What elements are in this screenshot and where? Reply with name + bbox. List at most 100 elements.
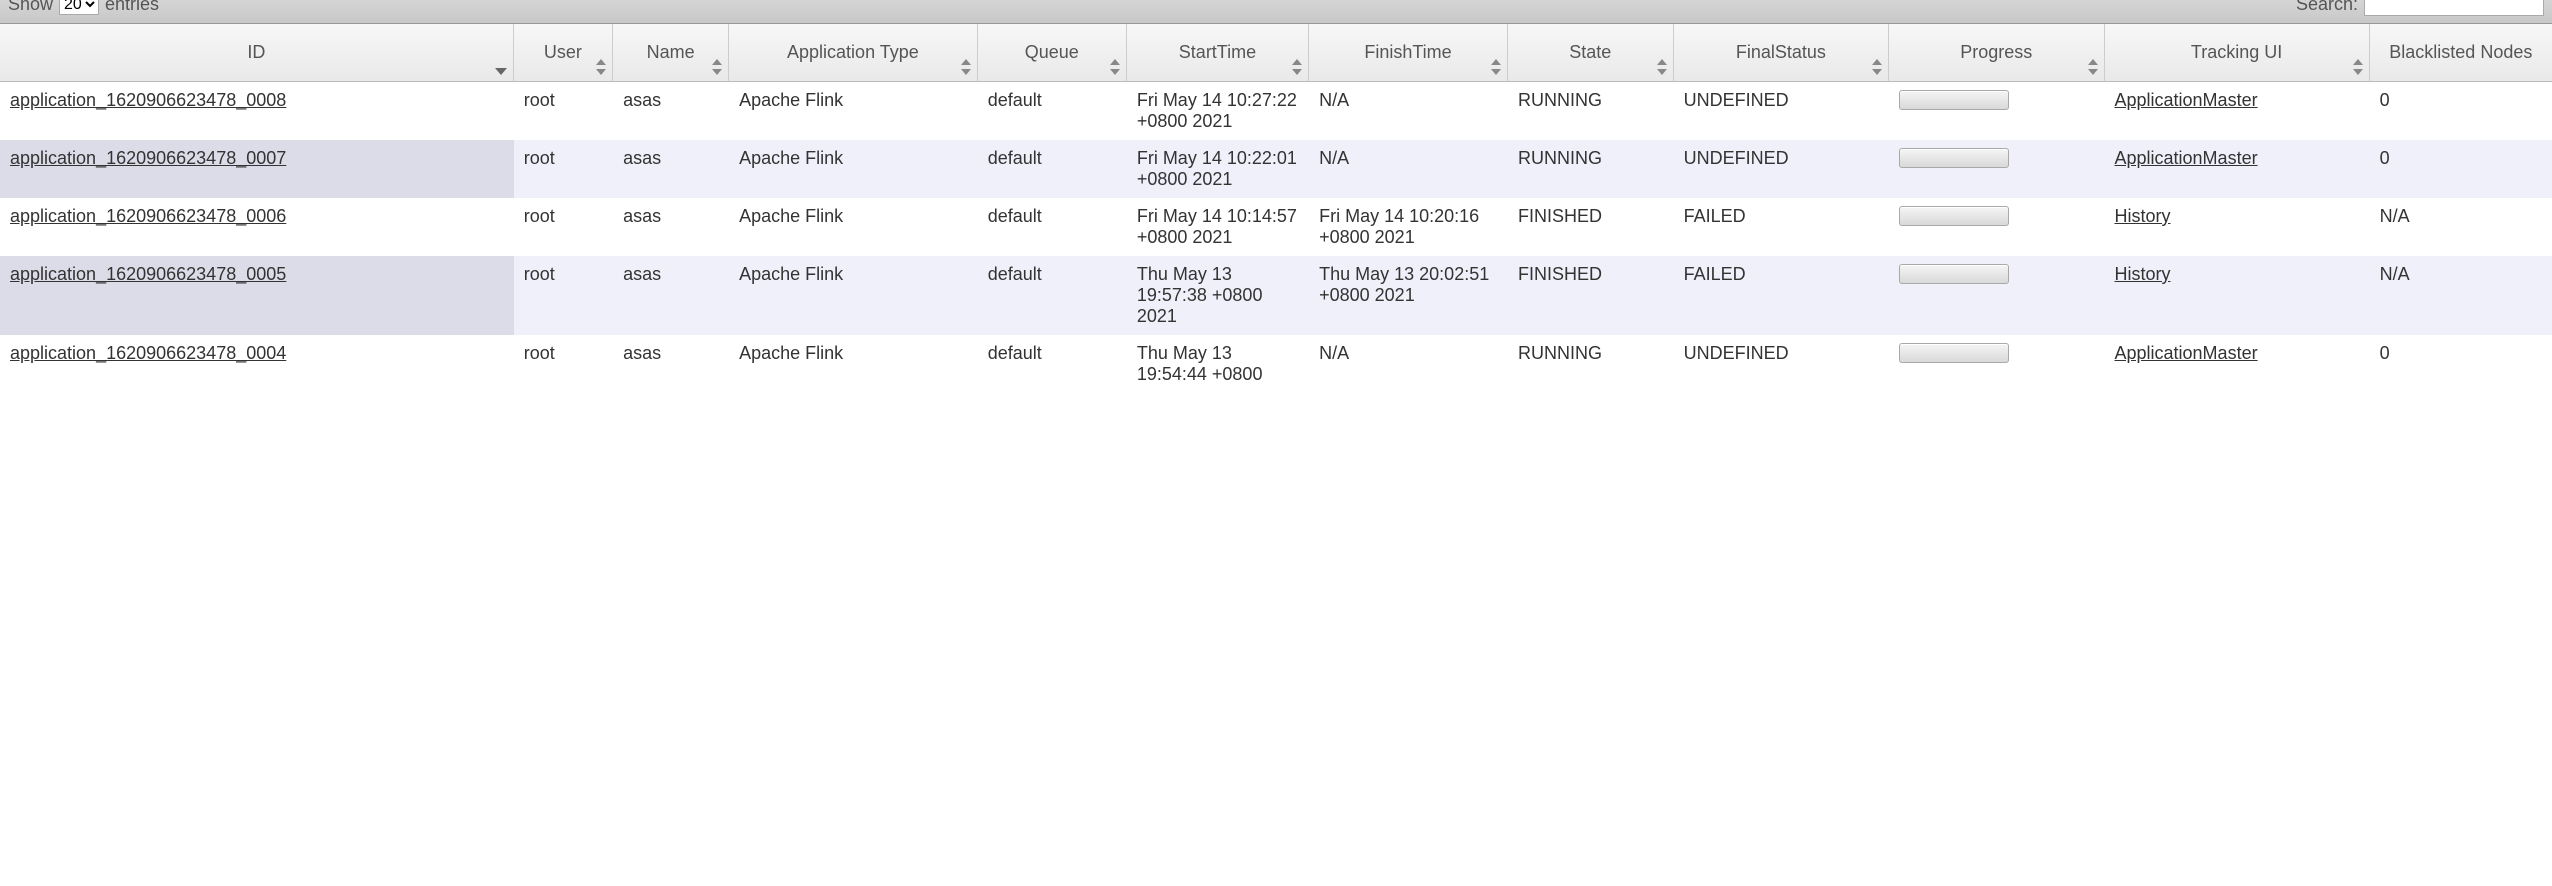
cell-finalstatus: UNDEFINED	[1674, 335, 1889, 393]
search-label: Search:	[2296, 0, 2358, 15]
cell-queue: default	[978, 256, 1127, 335]
search-input[interactable]	[2364, 0, 2544, 16]
cell-tracking: ApplicationMaster	[2105, 140, 2370, 198]
cell-state: RUNNING	[1508, 335, 1674, 393]
cell-blacklisted: 0	[2370, 335, 2552, 393]
cell-queue: default	[978, 140, 1127, 198]
cell-tracking: ApplicationMaster	[2105, 82, 2370, 140]
col-header-blacklisted[interactable]: Blacklisted Nodes	[2370, 24, 2552, 82]
applications-table: ID User Name Application Type Queue Star…	[0, 24, 2552, 393]
cell-apptype: Apache Flink	[729, 198, 978, 256]
sort-both-icon	[2353, 59, 2363, 75]
col-header-starttime[interactable]: StartTime	[1127, 24, 1309, 82]
progress-bar	[1899, 148, 2009, 168]
cell-name: asas	[613, 335, 729, 393]
application-link[interactable]: application_1620906623478_0005	[10, 264, 286, 284]
application-link[interactable]: application_1620906623478_0004	[10, 343, 286, 363]
cell-name: asas	[613, 198, 729, 256]
application-link[interactable]: application_1620906623478_0006	[10, 206, 286, 226]
col-header-tracking[interactable]: Tracking UI	[2105, 24, 2370, 82]
sort-desc-icon	[495, 68, 507, 75]
cell-name: asas	[613, 82, 729, 140]
progress-bar	[1899, 90, 2009, 110]
application-link[interactable]: application_1620906623478_0007	[10, 148, 286, 168]
show-label: Show	[8, 0, 53, 15]
tracking-link[interactable]: ApplicationMaster	[2115, 148, 2258, 168]
cell-starttime: Fri May 14 10:14:57 +0800 2021	[1127, 198, 1309, 256]
tracking-link[interactable]: ApplicationMaster	[2115, 343, 2258, 363]
tracking-link[interactable]: History	[2115, 264, 2171, 284]
cell-state: FINISHED	[1508, 198, 1674, 256]
table-row: application_1620906623478_0005rootasasAp…	[0, 256, 2552, 335]
cell-id: application_1620906623478_0006	[0, 198, 514, 256]
tracking-link[interactable]: ApplicationMaster	[2115, 90, 2258, 110]
page-size-select[interactable]: 20	[59, 0, 99, 15]
col-header-queue[interactable]: Queue	[978, 24, 1127, 82]
entries-label: entries	[105, 0, 159, 15]
tracking-link[interactable]: History	[2115, 206, 2171, 226]
cell-name: asas	[613, 256, 729, 335]
cell-queue: default	[978, 198, 1127, 256]
cell-id: application_1620906623478_0005	[0, 256, 514, 335]
sort-both-icon	[1872, 59, 1882, 75]
col-header-progress[interactable]: Progress	[1889, 24, 2104, 82]
progress-bar	[1899, 264, 2009, 284]
cell-user: root	[514, 82, 613, 140]
cell-blacklisted: 0	[2370, 140, 2552, 198]
col-header-user[interactable]: User	[514, 24, 613, 82]
col-header-finishtime[interactable]: FinishTime	[1309, 24, 1508, 82]
cell-user: root	[514, 198, 613, 256]
cell-starttime: Thu May 13 19:54:44 +0800	[1127, 335, 1309, 393]
table-row: application_1620906623478_0004rootasasAp…	[0, 335, 2552, 393]
cell-id: application_1620906623478_0007	[0, 140, 514, 198]
cell-state: FINISHED	[1508, 256, 1674, 335]
cell-starttime: Fri May 14 10:27:22 +0800 2021	[1127, 82, 1309, 140]
cell-finishtime: N/A	[1309, 335, 1508, 393]
sort-both-icon	[712, 59, 722, 75]
cell-finishtime: N/A	[1309, 140, 1508, 198]
cell-apptype: Apache Flink	[729, 256, 978, 335]
sort-both-icon	[2088, 59, 2098, 75]
application-link[interactable]: application_1620906623478_0008	[10, 90, 286, 110]
progress-bar	[1899, 206, 2009, 226]
cell-starttime: Thu May 13 19:57:38 +0800 2021	[1127, 256, 1309, 335]
cell-finalstatus: UNDEFINED	[1674, 82, 1889, 140]
col-header-name[interactable]: Name	[613, 24, 729, 82]
cell-finalstatus: FAILED	[1674, 198, 1889, 256]
cell-tracking: History	[2105, 256, 2370, 335]
cell-progress	[1889, 335, 2104, 393]
col-header-id[interactable]: ID	[0, 24, 514, 82]
cell-tracking: ApplicationMaster	[2105, 335, 2370, 393]
cell-apptype: Apache Flink	[729, 82, 978, 140]
cell-apptype: Apache Flink	[729, 335, 978, 393]
sort-both-icon	[1657, 59, 1667, 75]
cell-state: RUNNING	[1508, 82, 1674, 140]
table-row: application_1620906623478_0007rootasasAp…	[0, 140, 2552, 198]
cell-blacklisted: N/A	[2370, 198, 2552, 256]
cell-progress	[1889, 140, 2104, 198]
cell-queue: default	[978, 82, 1127, 140]
sort-both-icon	[1292, 59, 1302, 75]
cell-progress	[1889, 198, 2104, 256]
col-header-state[interactable]: State	[1508, 24, 1674, 82]
cell-blacklisted: 0	[2370, 82, 2552, 140]
cell-finalstatus: FAILED	[1674, 256, 1889, 335]
table-header-row: ID User Name Application Type Queue Star…	[0, 24, 2552, 82]
cell-user: root	[514, 335, 613, 393]
col-header-apptype[interactable]: Application Type	[729, 24, 978, 82]
cell-apptype: Apache Flink	[729, 140, 978, 198]
cell-progress	[1889, 82, 2104, 140]
cell-name: asas	[613, 140, 729, 198]
sort-both-icon	[1491, 59, 1501, 75]
sort-both-icon	[596, 59, 606, 75]
cell-tracking: History	[2105, 198, 2370, 256]
cell-user: root	[514, 140, 613, 198]
cell-blacklisted: N/A	[2370, 256, 2552, 335]
cell-finishtime: N/A	[1309, 82, 1508, 140]
cell-progress	[1889, 256, 2104, 335]
cell-finishtime: Fri May 14 10:20:16 +0800 2021	[1309, 198, 1508, 256]
col-header-finalstatus[interactable]: FinalStatus	[1674, 24, 1889, 82]
table-toolbar: Show 20 entries Search:	[0, 0, 2552, 24]
sort-both-icon	[961, 59, 971, 75]
cell-starttime: Fri May 14 10:22:01 +0800 2021	[1127, 140, 1309, 198]
